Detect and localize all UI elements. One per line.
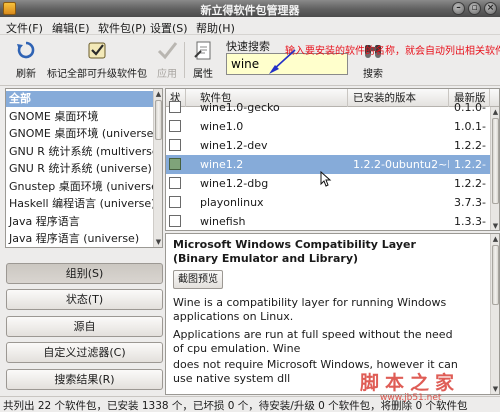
watermark: 脚本之家 www.jb51.net [352,368,500,412]
menu-edit[interactable]: 编辑(E) [52,20,90,36]
package-name-cell: wine1.0-gecko [200,101,280,114]
properties-button[interactable]: 属性 [188,39,218,80]
scroll-thumb[interactable] [492,118,499,204]
installed-version-cell: 1.2.2-0ubuntu2~lu [353,158,449,171]
search-label: 搜索 [363,69,383,80]
status-checkbox[interactable] [169,215,181,227]
category-list[interactable]: 全部 GNOME 桌面环境 GNOME 桌面环境 (universe) GNU R 统… [5,88,163,248]
installed-version-cell [353,174,449,193]
status-checkbox[interactable] [169,120,181,132]
properties-icon [192,39,214,61]
package-name-cell: winefish [200,215,246,228]
category-item[interactable]: GNU R 统计系统 (multiverse) [6,144,154,160]
groups-button[interactable]: 组别(S) [6,263,163,284]
table-row[interactable]: wine1.2-dbg 1.2.2- [166,174,499,193]
mark-upgrades-label: 标记全部可升级软件包 [47,69,147,80]
status-checkbox[interactable] [169,196,181,208]
minimize-icon[interactable]: – [452,2,465,15]
toolbar-separator [184,42,185,78]
package-scrollbar[interactable]: ▲ ▼ [490,107,499,230]
latest-version-cell: 0.1.0- [454,101,486,114]
category-item[interactable]: GNOME 桌面环境 [6,109,154,125]
status-checkbox[interactable] [169,101,181,113]
scroll-up-icon[interactable]: ▲ [491,107,499,117]
screenshot-button[interactable]: 截图预览 [173,270,223,289]
status-checkbox[interactable] [169,177,181,189]
latest-version-cell: 1.2.2- [454,139,486,152]
scroll-up-icon[interactable]: ▲ [154,89,162,99]
status-button[interactable]: 状态(T) [6,289,163,310]
menu-package[interactable]: 软件包(P) [98,20,146,36]
window-title: 新立得软件包管理器 [200,4,300,17]
origin-button[interactable]: 源自 [6,316,163,337]
latest-version-cell: 1.2.2- [454,158,486,171]
table-row[interactable]: wine1.0-gecko 0.1.0- [166,98,499,117]
scroll-thumb[interactable] [155,100,162,140]
watermark-title: 脚本之家 [360,372,461,394]
category-item[interactable]: 全部 [6,91,154,107]
quick-search-label: 快速搜索 [226,40,270,53]
custom-filter-button[interactable]: 自定义过滤器(C) [6,342,163,363]
installed-version-cell [353,136,449,155]
refresh-button[interactable]: 刷新 [12,39,40,80]
package-table: 状 软件包 已安装的版本 最新版 wine1.0-gecko 0.1.0- wine… [165,88,500,231]
installed-version-cell [353,193,449,212]
table-row[interactable]: wine1.0 1.0.1- [166,117,499,136]
description-paragraph: Wine is a compatibility layer for runnin… [173,296,447,323]
apply-check-icon [156,39,178,61]
close-icon[interactable]: × [484,2,497,15]
refresh-label: 刷新 [16,69,36,80]
scroll-down-icon[interactable]: ▼ [154,237,162,247]
scroll-thumb[interactable] [492,245,499,305]
latest-version-cell: 1.3.3- [454,215,486,228]
latest-version-cell: 3.7.3- [454,196,486,209]
toolbar: 刷新 标记全部可升级软件包 应用 属性 快速搜索 wine 搜索 输入要安装的软… [0,36,500,86]
scroll-down-icon[interactable]: ▼ [491,221,499,230]
menu-bar: 文件(F) 编辑(E) 软件包(P) 设置(S) 帮助(H) [0,17,500,35]
latest-version-cell: 1.2.2- [454,177,486,190]
table-row[interactable]: wine1.2-dev 1.2.2- [166,136,499,155]
latest-version-cell: 1.0.1- [454,120,486,133]
properties-label: 属性 [193,69,213,80]
category-item[interactable]: Haskell 编程语言 (universe) [6,196,154,212]
upgrade-icon [86,39,108,61]
menu-file[interactable]: 文件(F) [6,20,43,36]
menu-settings[interactable]: 设置(S) [150,20,188,36]
app-window: 新立得软件包管理器 – ▫ × 文件(F) 编辑(E) 软件包(P) 设置(S)… [0,0,500,412]
package-name-cell: wine1.0 [200,120,244,133]
mark-all-upgrades-button[interactable]: 标记全部可升级软件包 [43,39,151,80]
category-item[interactable]: Gnustep 桌面环境 (universe) [6,179,154,195]
package-name-cell: playonlinux [200,196,264,209]
mouse-cursor-icon [320,171,332,187]
installed-version-cell [353,117,449,136]
search-results-button[interactable]: 搜索结果(R) [6,369,163,390]
table-row[interactable]: playonlinux 3.7.3- [166,193,499,212]
refresh-icon [15,39,37,61]
category-scrollbar[interactable]: ▲ ▼ [153,89,162,247]
category-item[interactable]: GNU R 统计系统 (universe) [6,161,154,177]
table-row[interactable]: wine1.2 1.2.2-0ubuntu2~lu 1.2.2- [166,155,499,174]
installed-version-cell [353,212,449,230]
installed-version-cell [353,98,449,117]
apply-button[interactable]: 应用 [152,39,182,80]
maximize-icon[interactable]: ▫ [468,2,481,15]
table-row[interactable]: winefish 1.3.3- [166,212,499,230]
status-checkbox[interactable] [169,158,181,170]
category-item[interactable]: Java 程序语言 [6,214,154,230]
menu-help[interactable]: 帮助(H) [196,20,235,36]
status-checkbox[interactable] [169,139,181,151]
category-item[interactable]: GNOME 桌面环境 (universe) [6,126,154,142]
scroll-up-icon[interactable]: ▲ [491,234,499,244]
title-bar: 新立得软件包管理器 – ▫ × [0,0,500,17]
apply-label: 应用 [157,69,177,80]
category-item[interactable]: Java 程序语言 (universe) [6,231,154,247]
watermark-url: www.jb51.net [380,393,442,403]
annotation-arrow-icon [269,49,296,74]
package-name-cell: wine1.2-dev [200,139,268,152]
description-title: Microsoft Windows Compatibility Layer (B… [173,238,416,265]
description-paragraph: Applications are run at full speed witho… [173,328,453,355]
